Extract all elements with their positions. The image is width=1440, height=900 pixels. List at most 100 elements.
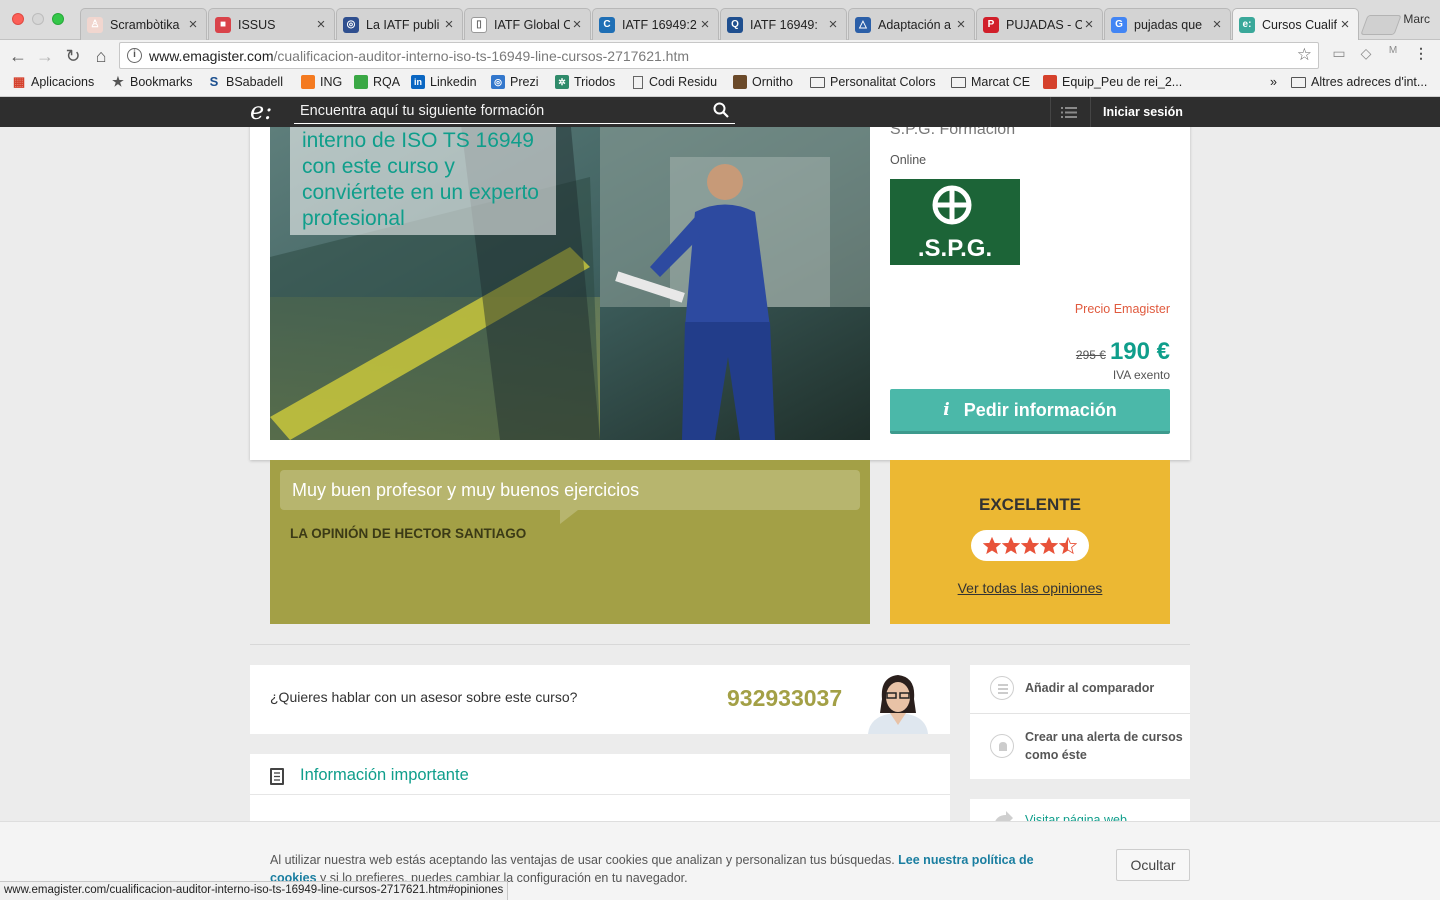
browser-tab[interactable]: P PUJADAS - C ×	[976, 8, 1103, 40]
bookmark-item[interactable]: ◎ Prezi	[491, 75, 538, 89]
bookmark-item[interactable]: Codi Residu	[633, 75, 717, 89]
cast-icon[interactable]: ▭	[1329, 45, 1349, 65]
compare-list-icon	[990, 676, 1014, 700]
browser-tab[interactable]: Gpujadas que ×	[1104, 8, 1231, 40]
bookmark-item[interactable]: in Linkedin	[411, 75, 477, 89]
site-header: e: Iniciar sesión	[0, 97, 1440, 127]
review-author: LA OPINIÓN DE HECTOR SANTIAGO	[290, 526, 527, 541]
all-reviews-link[interactable]: Ver todas las opiniones	[890, 580, 1170, 596]
cookie-hide-button[interactable]: Ocultar	[1116, 849, 1190, 881]
tab-close-icon[interactable]: ×	[954, 16, 968, 33]
info-divider	[250, 794, 950, 795]
rating-star-icon	[1021, 536, 1039, 554]
browser-toolbar: ← → ↻ ⌂ i www.emagister.com/cualificacio…	[0, 40, 1440, 71]
status-bar-url: www.emagister.com/cualificacion-auditor-…	[0, 881, 509, 900]
request-info-button[interactable]: i Pedir información	[890, 389, 1170, 434]
profile-label[interactable]: Marc	[1403, 12, 1430, 26]
current-price: 190 €	[1109, 338, 1170, 365]
tab-close-icon[interactable]: ×	[698, 16, 712, 33]
window-minimize-button[interactable]	[32, 13, 44, 25]
prezi-icon: ◎	[491, 75, 505, 89]
ing-icon	[301, 75, 315, 89]
browser-tab[interactable]: C IATF 16949:2 ×	[592, 8, 719, 40]
bookmark-label: Prezi	[510, 75, 539, 89]
reload-icon[interactable]: ↻	[61, 44, 85, 68]
extension-icon[interactable]: M	[1383, 45, 1403, 65]
provider-name[interactable]: S.P.G. Formación	[890, 127, 1015, 139]
bookmark-label: BSabadell	[226, 75, 283, 89]
page-content: Trabaja como auditor interno de ISO TS 1…	[0, 127, 1440, 900]
bookmark-item[interactable]: Ornitho	[733, 75, 793, 89]
tab-close-icon[interactable]: ×	[314, 16, 328, 33]
equip-icon	[1043, 75, 1057, 89]
advisor-phone[interactable]: 932933037	[727, 685, 842, 712]
bookmark-label: RQA	[373, 75, 401, 89]
login-link[interactable]: Iniciar sesión	[1103, 105, 1183, 119]
provider-logo[interactable]: .S.P.G.	[890, 179, 1020, 265]
browser-tab[interactable]: △ Adaptación a ×	[848, 8, 975, 40]
important-info-title[interactable]: Información importante	[300, 766, 469, 785]
browser-tab[interactable]: Q IATF 16949: ×	[720, 8, 847, 40]
window-close-button[interactable]	[12, 13, 24, 25]
bookmark-item[interactable]: S BSabadell	[207, 74, 283, 90]
tab-title: Cursos Cualif	[1262, 17, 1338, 32]
bookmark-star-icon[interactable]: ☆	[1297, 45, 1312, 65]
triodos-icon: ✲	[555, 75, 569, 89]
add-to-compare-button[interactable]: Añadir al comparador	[970, 665, 1190, 713]
tab-close-icon[interactable]: ×	[1210, 16, 1224, 33]
rating-star-icon	[1059, 536, 1077, 554]
bookmarks-overflow-button[interactable]: »	[1270, 75, 1277, 89]
window-zoom-button[interactable]	[52, 13, 64, 25]
browser-menu-icon[interactable]: ⋮	[1411, 45, 1431, 65]
emagister-logo[interactable]: e:	[250, 97, 272, 125]
url-text[interactable]: www.emagister.com/cualificacion-auditor-…	[149, 48, 689, 64]
tab-close-icon[interactable]: ×	[826, 16, 840, 33]
tab-favicon-icon: ◎	[343, 16, 359, 33]
home-icon[interactable]: ⌂	[89, 44, 113, 68]
old-price: 295 €	[1075, 348, 1106, 362]
site-info-icon[interactable]: i	[127, 48, 142, 63]
bookmark-item[interactable]: ING	[301, 75, 342, 89]
search-icon[interactable]	[713, 102, 729, 118]
tab-close-icon[interactable]: ×	[1338, 16, 1352, 33]
browser-tab[interactable]: ■ ISSUS ×	[208, 8, 335, 40]
tab-close-icon[interactable]: ×	[186, 16, 200, 33]
browser-tab[interactable]: e: Cursos Cualif ×	[1232, 8, 1359, 40]
tab-close-icon[interactable]: ×	[570, 16, 584, 33]
dropbox-icon[interactable]: ◇	[1356, 45, 1376, 65]
search-input[interactable]	[294, 100, 704, 122]
browser-tabs: ♙ Scrambòtika × ■ ISSUS × ◎ La IATF publi × ▯ IATF…	[80, 8, 1402, 40]
bookmark-item[interactable]: RQA	[354, 75, 400, 89]
bookmark-item[interactable]: ▦ Aplicacions	[12, 75, 94, 90]
bsabadell-icon: S	[209, 74, 219, 89]
bookmark-item[interactable]: Equip_Peu de rei_2...	[1043, 75, 1182, 89]
list-menu-icon[interactable]	[1061, 107, 1077, 118]
info-icon: i	[943, 400, 950, 420]
browser-tab-bar: ♙ Scrambòtika × ■ ISSUS × ◎ La IATF publi × ▯ IATF…	[0, 0, 1440, 40]
tab-close-icon[interactable]: ×	[442, 16, 456, 33]
new-tab-button[interactable]	[1360, 15, 1402, 35]
bookmark-label: Linkedin	[430, 75, 477, 89]
create-alert-button[interactable]: Crear una alerta de cursos como éste	[970, 714, 1190, 779]
course-hero-image: Trabaja como auditor interno de ISO TS 1…	[270, 127, 870, 440]
rating-summary: EXCELENTE Ver todas las opiniones	[890, 460, 1170, 624]
bookmark-item[interactable]: Personalitat Colors	[810, 75, 936, 89]
browser-tab[interactable]: ▯ IATF Global O ×	[464, 8, 591, 40]
forward-arrow-icon[interactable]: →	[33, 44, 57, 68]
browser-tab[interactable]: ♙ Scrambòtika ×	[80, 8, 207, 40]
back-arrow-icon[interactable]: ←	[6, 44, 30, 68]
browser-tab[interactable]: ◎ La IATF publi ×	[336, 8, 463, 40]
bookmark-item[interactable]: ✲ Triodos	[555, 75, 615, 89]
tab-favicon-icon: △	[855, 16, 871, 33]
bookmark-item[interactable]: ★ Bookmarks	[111, 75, 192, 90]
rating-label: EXCELENTE	[978, 495, 1082, 514]
address-bar[interactable]: i www.emagister.com/cualificacion-audito…	[119, 42, 1319, 69]
bookmark-label: Codi Residu	[649, 75, 718, 89]
advisor-avatar	[868, 675, 928, 734]
header-divider	[1090, 97, 1091, 127]
other-bookmarks-folder[interactable]: Altres adreces d'int...	[1291, 75, 1427, 89]
bookmark-item[interactable]: Marcat CE	[951, 75, 1030, 89]
page-icon	[633, 75, 643, 89]
tab-close-icon[interactable]: ×	[1082, 16, 1096, 33]
provider-logo-text: .S.P.G.	[918, 235, 992, 262]
